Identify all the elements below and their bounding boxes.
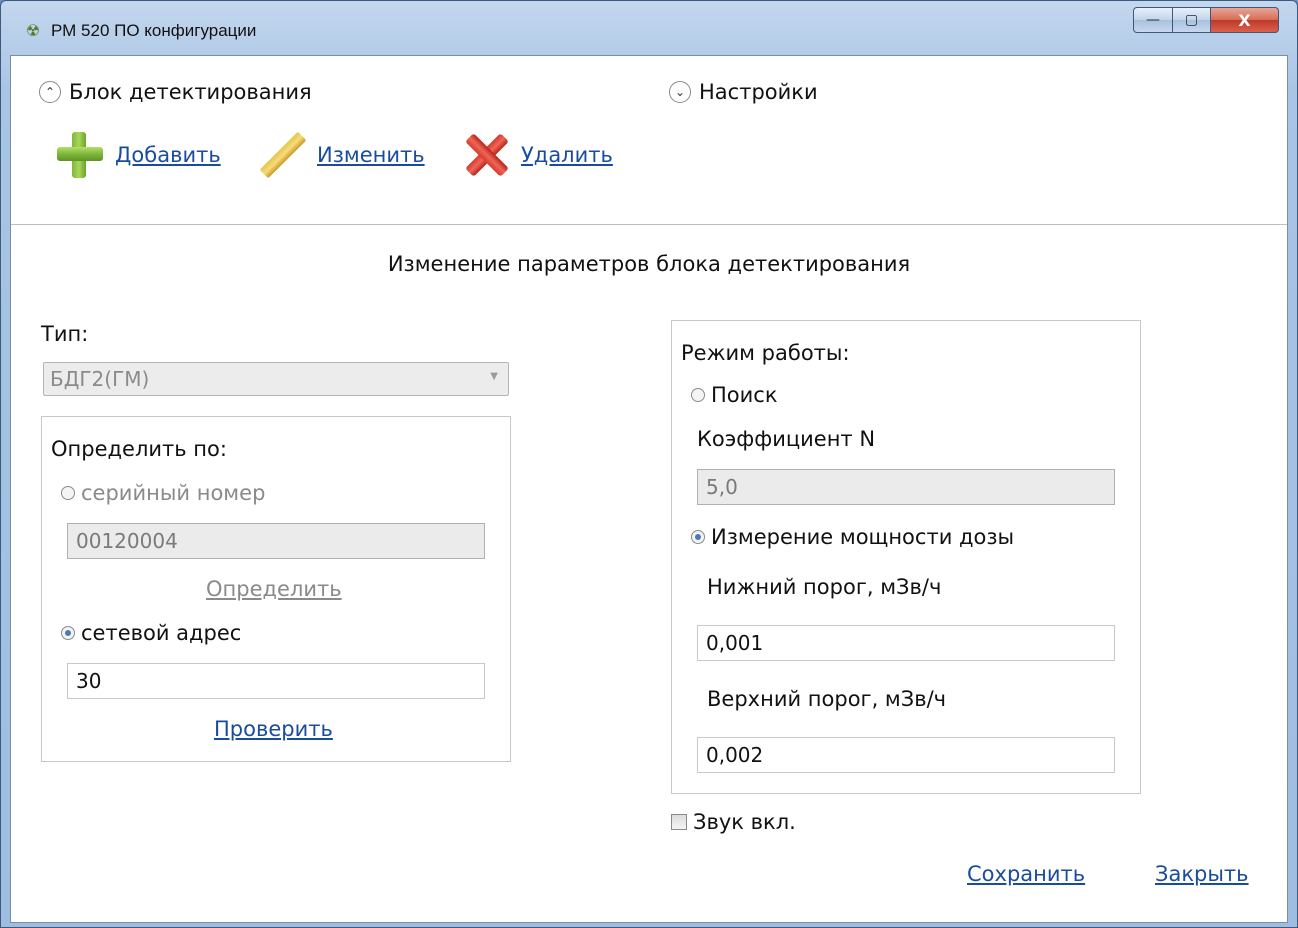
type-combobox[interactable]: БДГ2(ГМ) ▼ [43, 362, 509, 396]
radio-unselected-icon [691, 388, 705, 402]
lower-threshold-input[interactable]: 0,001 [697, 625, 1115, 661]
form-title: Изменение параметров блока детектировани… [387, 252, 911, 276]
maximize-icon: ▢ [1184, 12, 1199, 28]
network-address-radio[interactable]: сетевой адрес [61, 621, 241, 645]
upper-threshold-input[interactable]: 0,002 [697, 737, 1115, 773]
minimize-icon: — [1146, 12, 1160, 28]
determine-link[interactable]: Определить [206, 577, 342, 601]
chevron-down-icon: ⌄ [669, 81, 691, 103]
sound-checkbox[interactable]: Звук вкл. [671, 810, 796, 834]
add-link[interactable]: Добавить [115, 143, 221, 167]
close-window-button[interactable]: X [1211, 7, 1279, 33]
close-icon: X [1238, 10, 1251, 30]
expander-settings[interactable]: ⌄ Настройки [669, 80, 818, 104]
network-address-input[interactable]: 30 [67, 663, 485, 699]
serial-number-value: 00120004 [76, 529, 178, 553]
client-area: ⌃ Блок детектирования ⌄ Настройки Добави… [10, 55, 1288, 923]
pencil-icon [257, 130, 307, 180]
window-title: РМ 520 ПО конфигурации [51, 21, 257, 40]
plus-icon [55, 130, 105, 180]
dropdown-arrow-icon: ▼ [490, 371, 498, 382]
app-window: ☢ РМ 520 ПО конфигурации — ▢ X ⌃ Блок де… [0, 0, 1298, 928]
coefficient-value: 5,0 [706, 475, 738, 499]
title-bar[interactable]: ☢ РМ 520 ПО конфигурации — ▢ X [1, 1, 1297, 57]
identify-group: Определить по: серийный номер 00120004 О… [41, 416, 511, 762]
identify-label: Определить по: [51, 437, 227, 461]
radio-selected-icon [691, 530, 705, 544]
mode-label: Режим работы: [681, 341, 850, 365]
dose-rate-radio[interactable]: Измерение мощности дозы [691, 525, 1014, 549]
check-link[interactable]: Проверить [214, 717, 333, 741]
expander-settings-label: Настройки [699, 80, 818, 104]
edit-button[interactable]: Изменить [257, 130, 425, 180]
detector-block-panel: ⌃ Блок детектирования ⌄ Настройки Добави… [11, 56, 1287, 225]
close-link[interactable]: Закрыть [1155, 862, 1249, 886]
radio-selected-icon [61, 626, 75, 640]
lower-threshold-label: Нижний порог, мЗв/ч [707, 575, 942, 599]
delete-link[interactable]: Удалить [521, 143, 613, 167]
maximize-button[interactable]: ▢ [1173, 7, 1211, 33]
window-controls: — ▢ X [1133, 7, 1279, 35]
add-button[interactable]: Добавить [55, 130, 221, 180]
type-label: Тип: [41, 322, 89, 346]
radiation-app-icon: ☢ [25, 21, 41, 40]
minimize-button[interactable]: — [1133, 7, 1173, 33]
search-radio-label: Поиск [711, 383, 778, 407]
network-address-radio-label: сетевой адрес [81, 621, 242, 645]
checkbox-unchecked-icon [671, 814, 687, 830]
edit-link[interactable]: Изменить [317, 143, 425, 167]
coefficient-input[interactable]: 5,0 [697, 469, 1115, 505]
upper-threshold-value: 0,002 [706, 743, 764, 767]
expander-detector-block[interactable]: ⌃ Блок детектирования [39, 80, 312, 104]
delete-button[interactable]: Удалить [461, 130, 613, 180]
serial-number-radio[interactable]: серийный номер [61, 481, 265, 505]
search-radio[interactable]: Поиск [691, 383, 778, 407]
expander-detector-block-label: Блок детектирования [69, 80, 312, 104]
mode-group: Режим работы: Поиск Коэффициент N 5,0 Из… [671, 320, 1141, 794]
lower-threshold-value: 0,001 [706, 631, 764, 655]
network-address-value: 30 [76, 669, 102, 693]
serial-number-radio-label: серийный номер [81, 481, 266, 505]
upper-threshold-label: Верхний порог, мЗв/ч [707, 687, 947, 711]
type-combobox-value: БДГ2(ГМ) [50, 367, 150, 391]
dose-rate-radio-label: Измерение мощности дозы [711, 525, 1015, 549]
save-link[interactable]: Сохранить [967, 862, 1085, 886]
radio-unselected-icon [61, 486, 75, 500]
coefficient-label: Коэффициент N [697, 427, 876, 451]
red-x-icon [461, 130, 511, 180]
sound-checkbox-label: Звук вкл. [693, 810, 796, 834]
chevron-up-icon: ⌃ [39, 81, 61, 103]
serial-number-input[interactable]: 00120004 [67, 523, 485, 559]
